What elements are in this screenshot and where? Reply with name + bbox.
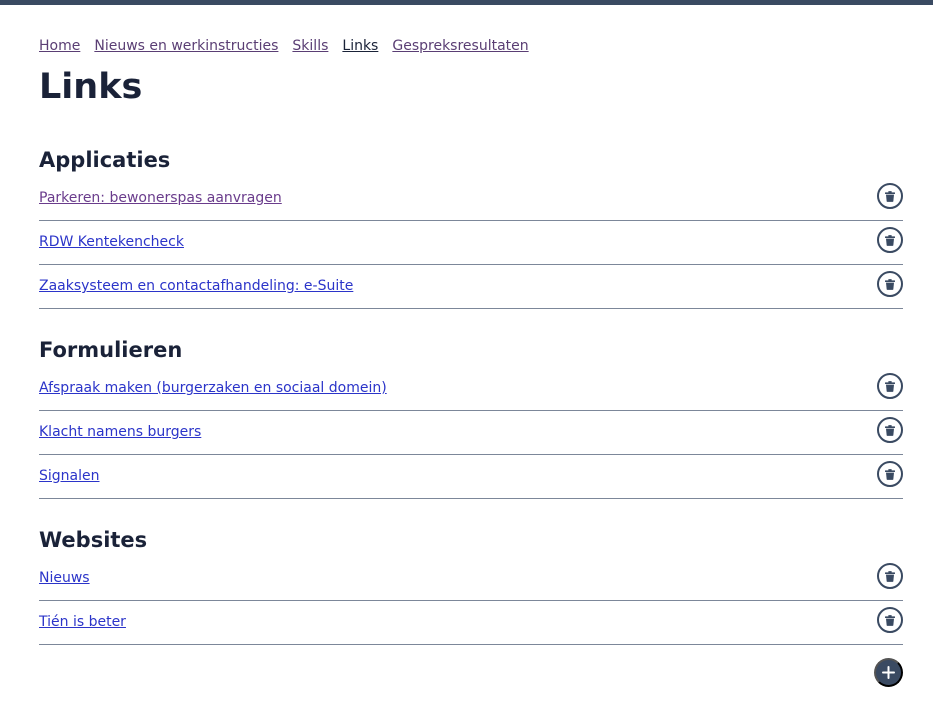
breadcrumb-skills[interactable]: Skills	[292, 37, 328, 55]
page-title: Links	[39, 67, 143, 107]
section-title: Applicaties	[39, 148, 171, 172]
link-tien-is-beter[interactable]: Tién is beter	[39, 613, 126, 631]
link-parkeren-bewonerspas[interactable]: Parkeren: bewonerspas aanvragen	[39, 189, 282, 207]
delete-link-button[interactable]	[877, 461, 903, 487]
trash-icon	[885, 570, 895, 582]
add-link-button[interactable]	[874, 658, 903, 687]
delete-link-button[interactable]	[877, 183, 903, 209]
link-zaaksysteem-e-suite[interactable]: Zaaksysteem en contactafhandeling: e-Sui…	[39, 277, 353, 295]
link-row: Afspraak maken (burgerzaken en sociaal d…	[39, 367, 903, 411]
breadcrumb-nieuws-en-werkinstructies[interactable]: Nieuws en werkinstructies	[94, 37, 278, 55]
link-row: Tién is beter	[39, 601, 903, 645]
link-row: RDW Kentekencheck	[39, 221, 903, 265]
link-afspraak-maken[interactable]: Afspraak maken (burgerzaken en sociaal d…	[39, 379, 387, 397]
section-title: Websites	[39, 528, 148, 552]
plus-icon	[882, 666, 895, 679]
link-row: Zaaksysteem en contactafhandeling: e-Sui…	[39, 265, 903, 309]
delete-link-button[interactable]	[877, 373, 903, 399]
breadcrumb: Home Nieuws en werkinstructies Skills Li…	[39, 37, 543, 55]
section-applicaties: Applicaties Parkeren: bewonerspas aanvra…	[39, 143, 903, 309]
link-rdw-kentekencheck[interactable]: RDW Kentekencheck	[39, 233, 184, 251]
link-row: Klacht namens burgers	[39, 411, 903, 455]
breadcrumb-gespreksresultaten[interactable]: Gespreksresultaten	[392, 37, 528, 55]
trash-icon	[885, 278, 895, 290]
link-nieuws[interactable]: Nieuws	[39, 569, 90, 587]
section-formulieren: Formulieren Afspraak maken (burgerzaken …	[39, 333, 903, 499]
breadcrumb-home[interactable]: Home	[39, 37, 80, 55]
trash-icon	[885, 468, 895, 480]
trash-icon	[885, 424, 895, 436]
link-signalen[interactable]: Signalen	[39, 467, 100, 485]
delete-link-button[interactable]	[877, 271, 903, 297]
trash-icon	[885, 190, 895, 202]
link-row: Nieuws	[39, 557, 903, 601]
link-row: Parkeren: bewonerspas aanvragen	[39, 177, 903, 221]
trash-icon	[885, 614, 895, 626]
link-row: Signalen	[39, 455, 903, 499]
link-klacht-namens-burgers[interactable]: Klacht namens burgers	[39, 423, 201, 441]
breadcrumb-links[interactable]: Links	[342, 37, 378, 55]
top-accent-bar	[0, 0, 933, 5]
section-title: Formulieren	[39, 338, 183, 362]
delete-link-button[interactable]	[877, 563, 903, 589]
delete-link-button[interactable]	[877, 607, 903, 633]
trash-icon	[885, 234, 895, 246]
section-websites: Websites Nieuws Tién is beter	[39, 523, 903, 645]
delete-link-button[interactable]	[877, 417, 903, 443]
delete-link-button[interactable]	[877, 227, 903, 253]
trash-icon	[885, 380, 895, 392]
